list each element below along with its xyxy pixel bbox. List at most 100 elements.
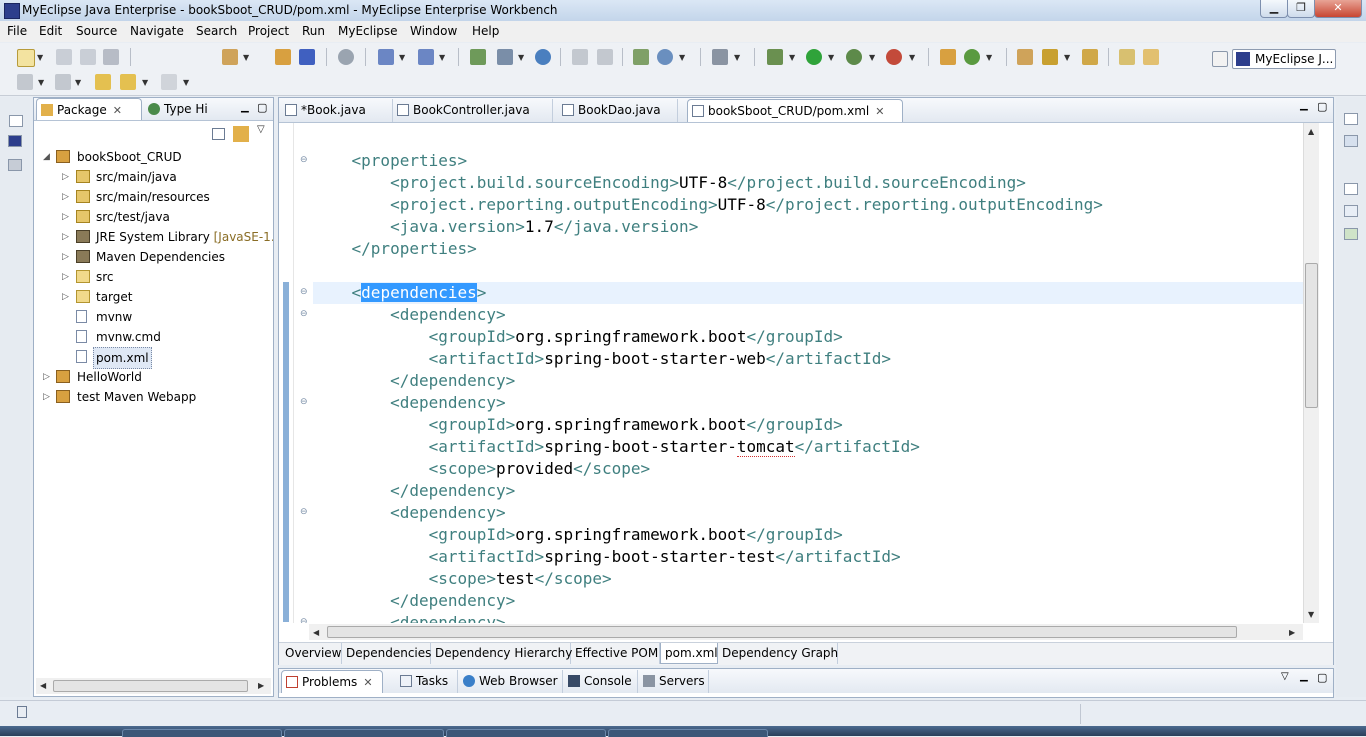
deploy-icon[interactable] [470,49,486,65]
view-menu-icon[interactable]: ▽ [1281,671,1289,682]
menu-file[interactable]: File [7,24,27,38]
tab-type-hierarchy[interactable]: Type Hi [148,98,228,120]
back-arrow-icon[interactable] [120,74,136,90]
open-perspective-icon[interactable] [1212,51,1228,67]
expand-arrow-icon[interactable]: ▷ [62,187,69,207]
maximize-view-icon[interactable]: ▢ [257,101,267,114]
scrollbar-thumb[interactable] [53,680,248,692]
view-menu-icon[interactable]: ▽ [257,124,265,135]
new-project-icon[interactable] [222,49,238,65]
tree-item-src-main-resources[interactable]: ▷ src/main/resources [34,187,273,207]
expand-arrow-icon[interactable]: ▷ [62,207,69,227]
tree-item-mvnw-cmd[interactable]: mvnw.cmd [34,327,273,347]
tree-item-mvnw[interactable]: mvnw [34,307,273,327]
globe-icon[interactable] [535,49,551,65]
tab-overview[interactable]: Overview [281,643,342,664]
menu-run[interactable]: Run [302,24,325,38]
web-icon[interactable] [657,49,673,65]
perspective-switcher[interactable]: MyEclipse J... [1232,49,1336,69]
coverage-icon[interactable] [846,49,862,65]
box-icon[interactable] [299,49,315,65]
minimize-button[interactable]: ▁ [1260,0,1288,18]
outline-view-icon[interactable] [8,135,22,147]
xml-icon[interactable] [633,49,649,65]
print-icon[interactable] [103,49,119,65]
new-class-icon[interactable] [940,49,956,65]
open-type-icon[interactable] [1017,49,1033,65]
restore-icon[interactable] [1344,113,1358,125]
forward-arrow-icon[interactable] [161,74,177,90]
close-icon[interactable]: ✕ [113,104,122,117]
tab-effective-pom[interactable]: Effective POM [571,643,660,664]
save-icon[interactable] [56,49,72,65]
wizard-icon[interactable] [378,49,394,65]
tab-tasks[interactable]: Tasks [396,670,458,693]
vertical-scrollbar[interactable]: ▲ ▼ [1303,123,1319,623]
tab-package-explorer[interactable]: Package ✕ [36,98,142,120]
xml-source-editor[interactable]: ⊖ <properties> <project.build.sourceEnco… [279,123,1303,623]
expand-arrow-icon[interactable]: ▷ [62,247,69,267]
fold-toggle-icon[interactable]: ⊖ [300,309,308,319]
edit-icon[interactable] [1143,49,1159,65]
fold-toggle-icon[interactable]: ⊖ [300,617,308,623]
outline-icon[interactable] [1344,135,1358,147]
tree-item-jre-library[interactable]: ▷ JRE System Library [JavaSE-1.7 [34,227,273,247]
maximize-view-icon[interactable]: ▢ [1317,671,1327,684]
minimize-editor-icon[interactable]: ▁ [1300,100,1308,111]
package-icon[interactable] [275,49,291,65]
disconnect-icon[interactable] [597,49,613,65]
tab-pom-xml-source[interactable]: pom.xml [660,643,718,664]
maximize-button[interactable]: ❐ [1287,0,1315,18]
task-icon[interactable] [1082,49,1098,65]
close-button[interactable]: ✕ [1314,0,1362,18]
tab-console[interactable]: Console [564,670,638,693]
tree-item-helloworld[interactable]: ▷ HelloWorld [34,367,273,387]
fold-toggle-icon[interactable]: ⊖ [300,155,308,165]
restore-icon[interactable] [1344,183,1358,195]
tab-bookcontroller-java[interactable]: BookController.java [393,99,553,122]
connect-icon[interactable] [572,49,588,65]
menu-myeclipse[interactable]: MyEclipse [338,24,398,38]
db-icon[interactable] [338,49,354,65]
expand-arrow-icon[interactable]: ▷ [43,367,50,387]
new-icon[interactable] [17,49,35,67]
close-icon[interactable]: ✕ [875,105,884,118]
expand-arrow-icon[interactable]: ▷ [62,267,69,287]
menu-search[interactable]: Search [196,24,237,38]
next-annotation-icon[interactable] [55,74,71,90]
tab-pom-xml[interactable]: bookSboot_CRUD/pom.xml ✕ [687,99,903,122]
tab-bookdao-java[interactable]: BookDao.java [558,99,678,122]
last-edit-icon[interactable] [17,74,33,90]
monitor-icon[interactable] [712,49,728,65]
wizard2-icon[interactable] [418,49,434,65]
expand-arrow-icon[interactable]: ▷ [43,387,50,407]
close-icon[interactable]: ✕ [363,676,372,689]
hierarchy-view-icon[interactable] [8,159,22,171]
tab-servers[interactable]: Servers [639,670,709,693]
minimize-view-icon[interactable]: ▁ [1300,671,1308,682]
menu-edit[interactable]: Edit [39,24,62,38]
search-icon[interactable] [1042,49,1058,65]
tree-item-project[interactable]: ◢ bookSboot_CRUD [34,147,273,167]
add-view-icon[interactable] [1344,228,1358,240]
debug-icon[interactable] [767,49,783,65]
scrollbar-thumb[interactable] [1305,263,1318,408]
expand-arrow-icon[interactable]: ▷ [62,227,69,247]
collapse-arrow-icon[interactable]: ◢ [43,147,50,167]
tab-dependencies[interactable]: Dependencies [342,643,431,664]
minimize-view-icon[interactable]: ▁ [241,102,249,113]
tree-item-test-maven-webapp[interactable]: ▷ test Maven Webapp [34,387,273,407]
collapse-all-icon[interactable] [212,128,225,140]
tree-item-pom-xml[interactable]: pom.xml [34,347,273,369]
link-with-editor-icon[interactable] [233,126,249,142]
expand-arrow-icon[interactable]: ▷ [62,167,69,187]
tab-dependency-hierarchy[interactable]: Dependency Hierarchy [431,643,572,664]
restore-icon[interactable] [9,115,23,127]
fast-view-icon[interactable] [17,706,27,718]
tab-dependency-graph[interactable]: Dependency Graph [718,643,838,664]
run-icon[interactable] [806,49,822,65]
tree-item-src-test-java[interactable]: ▷ src/test/java [34,207,273,227]
tree-item-maven-dependencies[interactable]: ▷ Maven Dependencies [34,247,273,267]
horizontal-scrollbar[interactable]: ◀ ▶ [36,678,271,694]
scrollbar-thumb[interactable] [327,626,1237,638]
